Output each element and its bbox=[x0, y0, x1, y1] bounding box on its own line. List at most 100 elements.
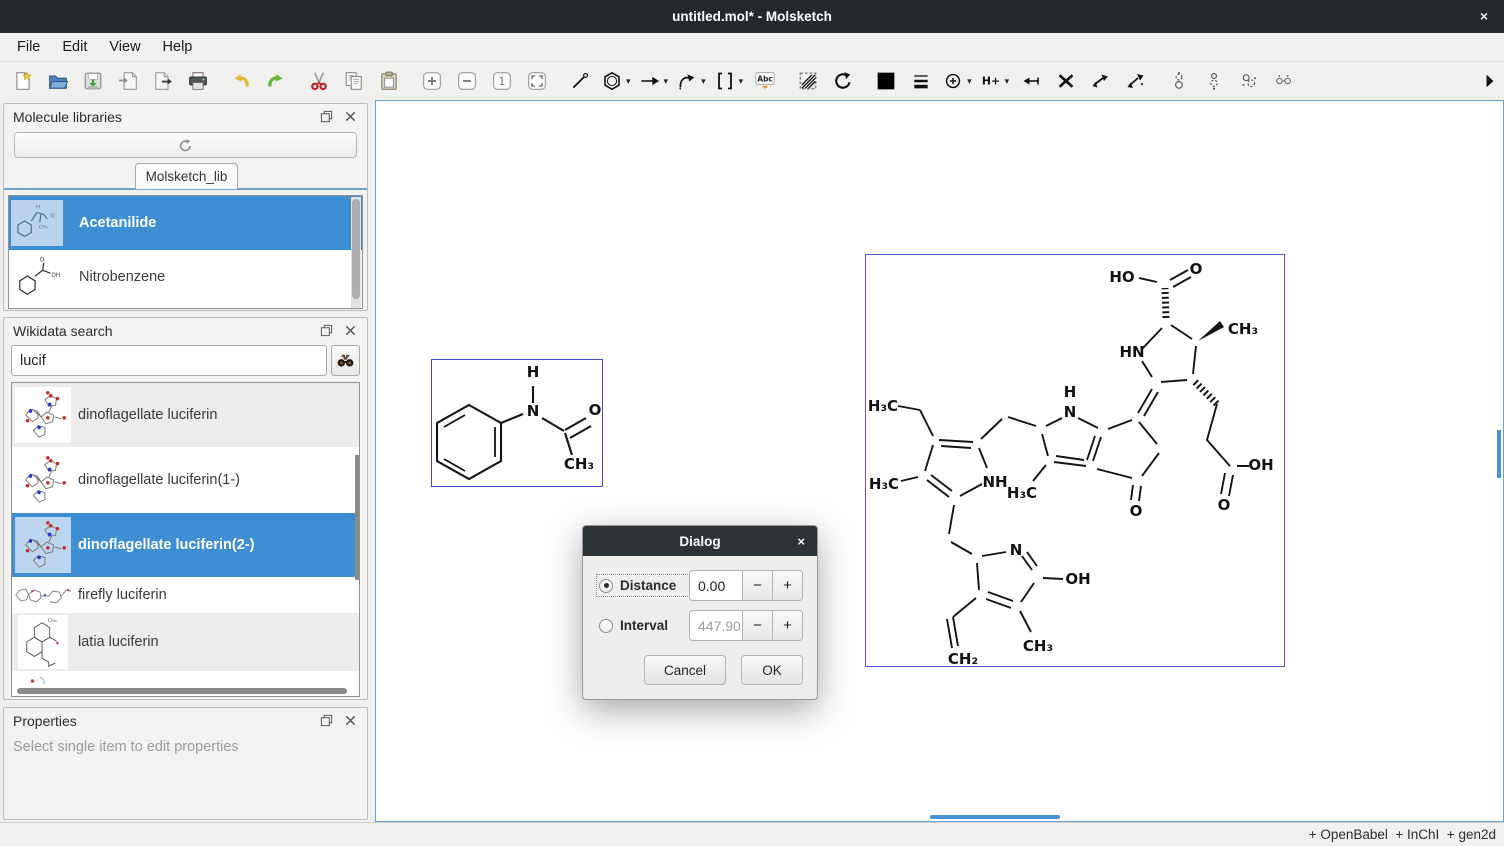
list-item-latia-luciferin[interactable]: CH₃ latia luciferin bbox=[12, 613, 359, 671]
list-item-firefly-luciferin[interactable]: firefly luciferin bbox=[12, 577, 359, 613]
interval-value-field[interactable]: 447.90 bbox=[690, 611, 742, 640]
refresh-libraries-button[interactable] bbox=[14, 132, 357, 158]
open-file-button[interactable] bbox=[43, 66, 73, 96]
new-file-button[interactable] bbox=[8, 66, 38, 96]
print-button[interactable] bbox=[183, 66, 213, 96]
zoom-in-button[interactable] bbox=[417, 66, 447, 96]
dialog-titlebar[interactable]: Dialog × bbox=[583, 526, 817, 556]
ok-button[interactable]: OK bbox=[741, 655, 803, 685]
canvas-vertical-scrollbar[interactable] bbox=[1497, 430, 1501, 478]
mechanism-arrow-button[interactable]: ▾ bbox=[675, 66, 708, 96]
canvas-horizontal-scrollbar[interactable] bbox=[930, 815, 1060, 819]
distance-value-field[interactable]: 0.00 bbox=[690, 571, 742, 600]
rotate-button[interactable] bbox=[828, 66, 858, 96]
list-item-acetanilide[interactable]: HOCH₃ Acetanilide bbox=[9, 196, 362, 250]
radio-unselected-icon[interactable] bbox=[599, 619, 613, 633]
list-item-nitrobenzene[interactable]: OOH Nitrobenzene bbox=[9, 250, 362, 304]
svg-text:H₃C: H₃C bbox=[869, 475, 899, 493]
hatch-region-button[interactable] bbox=[793, 66, 823, 96]
text-button[interactable]: Abc bbox=[750, 66, 780, 96]
dropdown-arrow-icon[interactable]: ▾ bbox=[626, 76, 631, 87]
window-close-button[interactable]: × bbox=[1480, 8, 1488, 24]
statusbar-text: + OpenBabel + InChI + gen2d bbox=[1309, 827, 1496, 842]
zoom-out-button[interactable] bbox=[452, 66, 482, 96]
undo-button[interactable] bbox=[226, 66, 256, 96]
search-button[interactable] bbox=[331, 345, 360, 376]
atom-cluster-button[interactable] bbox=[1269, 66, 1299, 96]
zoom-fit-button[interactable] bbox=[522, 66, 552, 96]
redo-button[interactable] bbox=[261, 66, 291, 96]
list-item-dinoflagellate-luciferin[interactable]: dinoflagellate luciferin bbox=[12, 383, 359, 447]
import-button[interactable] bbox=[113, 66, 143, 96]
hydrogen-button[interactable]: H+▾ bbox=[979, 66, 1012, 96]
dropdown-arrow-icon[interactable]: ▾ bbox=[967, 76, 972, 87]
svg-text:OH: OH bbox=[1248, 456, 1273, 474]
dropdown-arrow-icon[interactable]: ▾ bbox=[1005, 76, 1010, 87]
horizontal-scrollbar-thumb[interactable] bbox=[17, 688, 347, 694]
ring-button[interactable]: ▾ bbox=[600, 66, 633, 96]
close-panel-icon[interactable] bbox=[344, 324, 358, 338]
open-file-icon bbox=[48, 71, 68, 91]
export-button[interactable] bbox=[148, 66, 178, 96]
wikidata-results-list: dinoflagellate luciferin dinoflagellate … bbox=[11, 382, 360, 697]
close-panel-icon[interactable] bbox=[344, 714, 358, 728]
delete-button[interactable] bbox=[1051, 66, 1081, 96]
increment-button[interactable]: + bbox=[772, 571, 802, 600]
cut-button[interactable] bbox=[304, 66, 334, 96]
panel-title: Properties bbox=[13, 713, 77, 729]
vertical-scrollbar-thumb[interactable] bbox=[355, 455, 359, 580]
binoculars-icon bbox=[336, 352, 355, 369]
float-panel-icon[interactable] bbox=[320, 324, 334, 338]
electron-pair-button[interactable] bbox=[1016, 66, 1046, 96]
luciferin-molecule[interactable]: HO O CH₃ HN H N H₃C H₃C NH H₃C O OH O N … bbox=[865, 254, 1285, 667]
close-panel-icon[interactable] bbox=[344, 110, 358, 124]
float-panel-icon[interactable] bbox=[320, 110, 334, 124]
dropdown-arrow-icon[interactable]: ▾ bbox=[664, 76, 669, 87]
charge-button[interactable]: ▾ bbox=[941, 66, 974, 96]
dropdown-arrow-icon[interactable]: ▾ bbox=[739, 76, 744, 87]
tab-molsketch-lib[interactable]: Molsketch_lib bbox=[135, 163, 238, 189]
list-item-dinoflagellate-luciferin-1[interactable]: dinoflagellate luciferin(1-) bbox=[12, 447, 359, 513]
color-swatch-button[interactable] bbox=[871, 66, 901, 96]
reaction-arrow-icon bbox=[640, 71, 660, 91]
svg-text:O: O bbox=[1130, 502, 1143, 520]
increment-button[interactable]: + bbox=[772, 611, 802, 640]
scrollbar-thumb[interactable] bbox=[352, 199, 360, 299]
menu-item-view[interactable]: View bbox=[98, 36, 151, 58]
toolbar: 1▾▾▾▾Abc▾H+▾ bbox=[0, 62, 1504, 100]
scrollbar-track[interactable] bbox=[351, 197, 361, 309]
draw-bond-button[interactable] bbox=[565, 66, 595, 96]
interval-radio[interactable]: Interval bbox=[597, 615, 689, 636]
titlebar: untitled.mol* - Molsketch × bbox=[0, 0, 1504, 33]
reaction-arrow-button[interactable]: ▾ bbox=[638, 66, 671, 96]
dropdown-arrow-icon[interactable]: ▾ bbox=[701, 76, 706, 87]
atom-cluster-button[interactable] bbox=[1199, 66, 1229, 96]
atom-cluster-button[interactable] bbox=[1234, 66, 1264, 96]
menu-item-edit[interactable]: Edit bbox=[51, 36, 98, 58]
atom-cluster-button[interactable] bbox=[1164, 66, 1194, 96]
save-button[interactable] bbox=[78, 66, 108, 96]
dialog-close-button[interactable]: × bbox=[797, 534, 805, 549]
line-width-button[interactable] bbox=[906, 66, 936, 96]
stereo-up-button[interactable] bbox=[1086, 66, 1116, 96]
toolbar-extension-icon[interactable] bbox=[1484, 73, 1496, 89]
statusbar: + OpenBabel + InChI + gen2d bbox=[0, 822, 1504, 846]
cancel-button[interactable]: Cancel bbox=[644, 655, 726, 685]
decrement-button[interactable]: − bbox=[742, 611, 772, 640]
copy-button[interactable] bbox=[339, 66, 369, 96]
menu-item-help[interactable]: Help bbox=[152, 36, 204, 58]
paste-button[interactable] bbox=[374, 66, 404, 96]
decrement-button[interactable]: − bbox=[742, 571, 772, 600]
search-input[interactable] bbox=[11, 345, 327, 376]
bracket-button[interactable]: ▾ bbox=[713, 66, 746, 96]
stereo-down-button[interactable] bbox=[1121, 66, 1151, 96]
list-item-dinoflagellate-luciferin-2[interactable]: dinoflagellate luciferin(2-) bbox=[12, 513, 359, 577]
float-panel-icon[interactable] bbox=[320, 714, 334, 728]
distance-radio[interactable]: Distance bbox=[597, 575, 689, 596]
radio-selected-icon[interactable] bbox=[599, 579, 613, 593]
zoom-original-button[interactable]: 1 bbox=[487, 66, 517, 96]
dinoflagellate-luciferin-thumbnail bbox=[15, 517, 71, 573]
drawing-canvas[interactable]: H N O CH₃ bbox=[375, 100, 1504, 822]
acetanilide-molecule[interactable]: H N O CH₃ bbox=[431, 359, 603, 487]
menu-item-file[interactable]: File bbox=[6, 36, 51, 58]
